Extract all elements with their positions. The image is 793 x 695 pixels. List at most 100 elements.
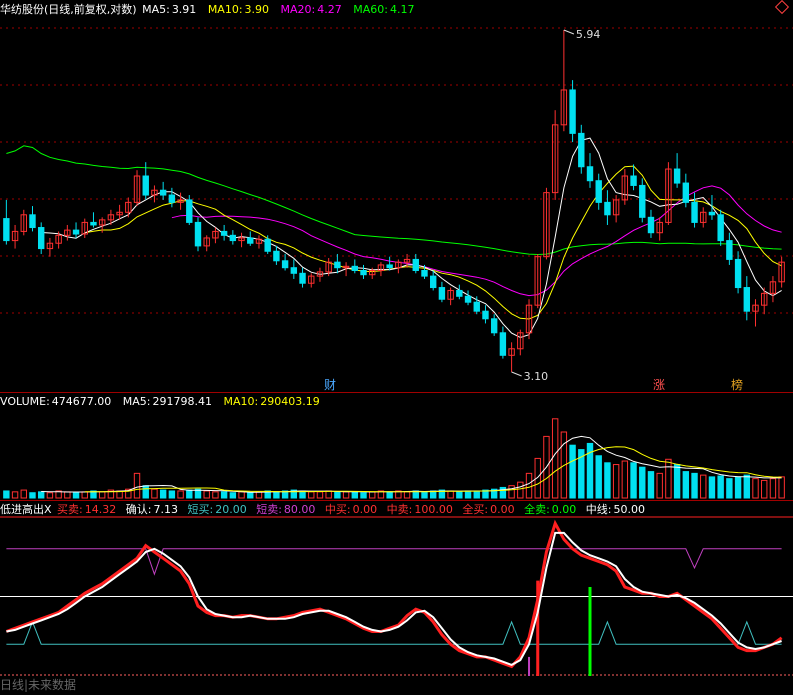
volume-bar bbox=[81, 491, 88, 499]
volume-bar bbox=[360, 492, 367, 499]
volume-bar bbox=[621, 460, 629, 499]
candle-body bbox=[438, 287, 446, 300]
volume-bar bbox=[639, 466, 646, 499]
candle-body bbox=[682, 182, 690, 203]
candle-body bbox=[386, 264, 393, 269]
candle-body bbox=[29, 214, 36, 229]
volume-bar bbox=[665, 458, 672, 499]
volume-bar bbox=[98, 491, 106, 499]
candle-body bbox=[499, 332, 507, 356]
volume-bar bbox=[186, 489, 193, 499]
confirm-line bbox=[6, 531, 782, 666]
volume-bar bbox=[334, 491, 341, 499]
candle-body bbox=[578, 132, 585, 168]
volume-ma5-line bbox=[41, 435, 782, 493]
high-price-label: 5.94 bbox=[576, 28, 601, 41]
volume-bar bbox=[734, 476, 742, 499]
candle-body bbox=[281, 260, 289, 269]
candle-body bbox=[586, 166, 594, 182]
candle-body bbox=[159, 189, 167, 196]
volume-bar bbox=[464, 490, 472, 499]
candle-body bbox=[273, 250, 280, 262]
volume-bar bbox=[238, 491, 245, 499]
candle-body bbox=[264, 238, 271, 252]
candle-body bbox=[247, 237, 254, 244]
candle-body bbox=[334, 261, 341, 269]
volume-bar bbox=[551, 418, 559, 499]
candle-body bbox=[595, 180, 602, 203]
event-tag-earnings[interactable]: 财 bbox=[322, 378, 338, 393]
volume-bar bbox=[778, 476, 785, 499]
candle-body bbox=[743, 287, 751, 312]
volume-bar bbox=[20, 489, 27, 499]
volume-bar bbox=[255, 491, 263, 499]
volume-bar bbox=[525, 472, 533, 499]
volume-bar bbox=[569, 444, 576, 499]
volume-bar bbox=[508, 485, 515, 499]
volume-bar bbox=[691, 472, 698, 499]
volume-bar bbox=[342, 491, 350, 499]
candle-body bbox=[726, 240, 733, 260]
volume-bar bbox=[308, 491, 315, 499]
volume-bar bbox=[673, 464, 681, 499]
volume-bar bbox=[447, 490, 454, 499]
candle-body bbox=[717, 214, 724, 242]
high-marker-line bbox=[563, 29, 575, 35]
candle-body bbox=[464, 295, 472, 303]
candle-body bbox=[639, 184, 646, 218]
low-price-label: 3.10 bbox=[524, 370, 549, 383]
candle-body bbox=[37, 227, 45, 250]
candle-body bbox=[604, 201, 611, 216]
volume-bar bbox=[212, 491, 219, 499]
volume-bar bbox=[369, 491, 376, 499]
candle-body bbox=[421, 269, 428, 277]
volume-bar bbox=[142, 485, 149, 499]
volume-bar bbox=[273, 491, 280, 499]
bottom-tab-label[interactable]: 日线|未来数据 bbox=[0, 678, 76, 692]
volume-bar bbox=[316, 491, 324, 499]
volume-bar bbox=[203, 490, 210, 499]
volume-bar bbox=[151, 488, 158, 499]
candle-body bbox=[186, 199, 193, 223]
volume-bar bbox=[612, 464, 620, 499]
volume-bar bbox=[752, 478, 759, 499]
volume-bar bbox=[386, 491, 393, 499]
volume-bar bbox=[473, 490, 480, 499]
low-marker-line bbox=[511, 371, 522, 377]
candle-body bbox=[490, 318, 498, 334]
candle-body bbox=[708, 211, 716, 216]
volume-bar bbox=[708, 476, 716, 499]
volume-bar bbox=[64, 491, 71, 499]
volume-bar bbox=[682, 471, 690, 499]
volume-bar bbox=[456, 491, 463, 499]
volume-bar bbox=[630, 462, 637, 499]
candle-body bbox=[90, 221, 97, 226]
volume-bar bbox=[656, 472, 663, 499]
volume-bar bbox=[700, 474, 707, 499]
volume-bar bbox=[769, 478, 777, 499]
candle-body bbox=[168, 194, 176, 203]
volume-bar bbox=[421, 491, 428, 499]
volume-bar bbox=[177, 490, 184, 499]
volume-bar bbox=[229, 492, 237, 499]
candle-body bbox=[72, 229, 80, 235]
stock-chart-svg[interactable]: 5.94 3.10 bbox=[0, 0, 793, 695]
volume-bar bbox=[325, 490, 332, 499]
candle-body bbox=[691, 201, 698, 223]
volume-bar bbox=[595, 455, 602, 499]
volume-bar bbox=[220, 491, 228, 499]
volume-bar bbox=[604, 462, 611, 499]
candle-body bbox=[482, 310, 489, 320]
candle-body bbox=[630, 175, 637, 186]
candle-body bbox=[194, 221, 202, 247]
volume-bar bbox=[517, 481, 524, 499]
candle-body bbox=[351, 265, 359, 271]
event-tag-ranking[interactable]: 榜 bbox=[729, 378, 745, 393]
volume-bar bbox=[717, 475, 724, 499]
candle-body bbox=[229, 234, 237, 242]
candle-body bbox=[299, 272, 306, 284]
event-tag-limit-up[interactable]: 涨 bbox=[651, 378, 667, 393]
candle-body bbox=[473, 301, 480, 312]
candle-body bbox=[673, 168, 681, 184]
volume-bar bbox=[72, 492, 80, 499]
